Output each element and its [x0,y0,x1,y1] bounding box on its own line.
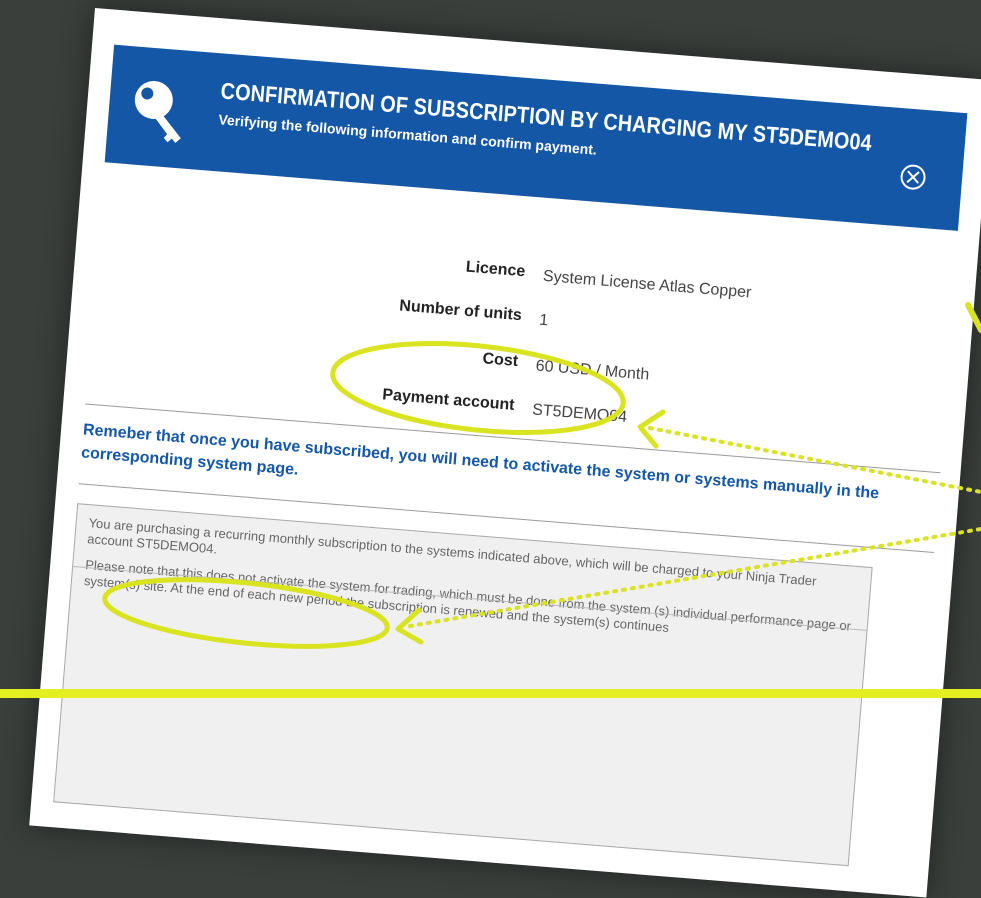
bottom-strip [0,689,981,698]
key-icon [134,81,181,143]
dialog-header: CONFIRMATION OF SUBSCRIPTION BY CHARGING… [104,44,968,231]
units-value: 1 [538,311,549,330]
cost-label: Cost [481,350,519,371]
licence-value: System License Atlas Copper [542,267,752,302]
close-icon[interactable] [898,162,928,192]
terms-textbox[interactable]: You are purchasing a recurring monthly s… [53,503,873,867]
licence-label: Licence [465,258,526,281]
units-label: Number of units [398,297,523,325]
cost-value: 60 USD / Month [535,357,650,384]
subscription-dialog-sheet: CONFIRMATION OF SUBSCRIPTION BY CHARGING… [29,8,981,898]
account-label: Payment account [381,386,516,414]
account-value: ST5DEMO04 [531,401,628,426]
